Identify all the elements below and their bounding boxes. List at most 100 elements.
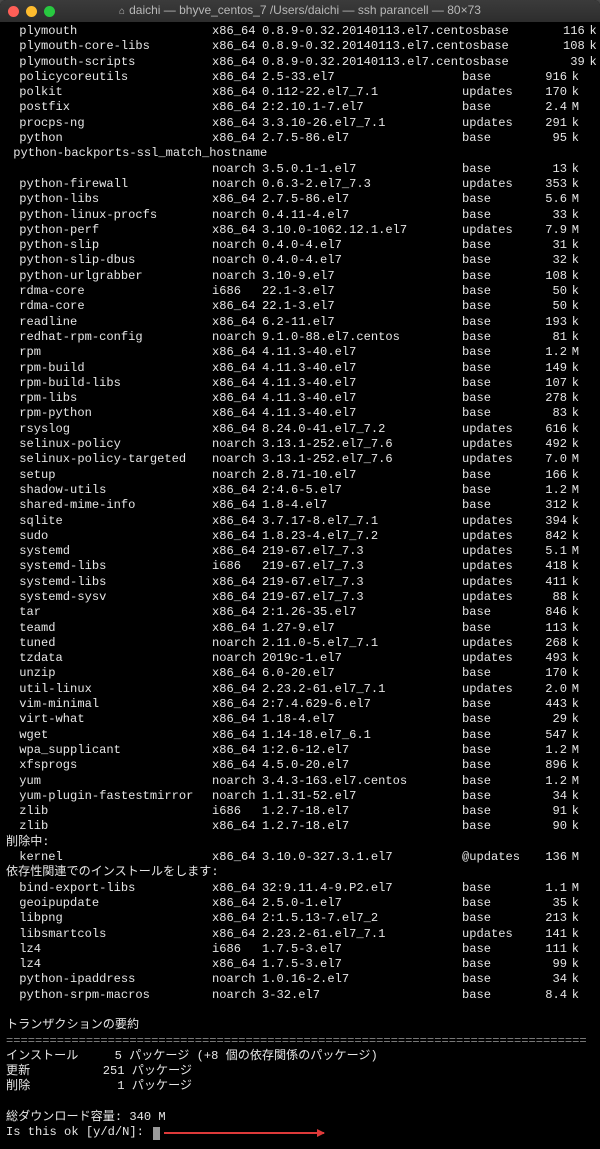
package-row: geoipupdatex86_642.5.0-1.el7base35k [6,896,594,911]
pkg-version: 32:9.11.4-9.P2.el7 [262,881,462,896]
pkg-size: 1.2 [527,774,567,789]
pkg-arch: x86_64 [212,712,262,727]
package-row: plymouthx86_640.8.9-0.32.20140113.el7.ce… [6,24,594,39]
pkg-arch: x86_64 [212,819,262,834]
pkg-unit: k [567,896,579,911]
pkg-arch: x86_64 [212,957,262,972]
pkg-version: 4.11.3-40.el7 [262,406,462,421]
pkg-version: 1.2.7-18.el7 [262,804,462,819]
pkg-unit: k [567,666,579,681]
pkg-version: 2:1.26-35.el7 [262,605,462,620]
pkg-repo: base [462,299,527,314]
package-row: python-srpm-macrosnoarch3-32.el7base8.4k [6,988,594,1003]
pkg-size: 170 [527,666,567,681]
pkg-size: 291 [527,116,567,131]
pkg-version: 2.7.5-86.el7 [262,131,462,146]
package-row: selinux-policy-targetednoarch3.13.1-252.… [6,452,594,467]
pkg-arch: noarch [212,162,262,177]
pkg-unit: M [567,483,579,498]
pkg-version: 4.11.3-40.el7 [262,345,462,360]
pkg-arch: x86_64 [212,514,262,529]
pkg-version: 4.11.3-40.el7 [262,361,462,376]
pkg-unit: M [567,743,579,758]
pkg-arch: x86_64 [212,758,262,773]
pkg-version: 1.27-9.el7 [262,621,462,636]
pkg-unit: k [567,927,579,942]
pkg-arch: noarch [212,238,262,253]
pkg-name: rpm [6,345,212,360]
pkg-arch: x86_64 [212,544,262,559]
pkg-repo: base [462,957,527,972]
pkg-arch: x86_64 [212,361,262,376]
pkg-unit: M [567,223,579,238]
pkg-repo: base [462,269,527,284]
pkg-name: python-ipaddress [6,972,212,987]
package-row: shared-mime-infox86_641.8-4.el7base312k [6,498,594,513]
pkg-unit: k [567,911,579,926]
pkg-version: 3.10.0-327.3.1.el7 [262,850,462,865]
pkg-version: 1.14-18.el7_6.1 [262,728,462,743]
pkg-name: plymouth-scripts [6,55,212,70]
pkg-arch: i686 [212,284,262,299]
pkg-repo: base [462,100,527,115]
annotation-arrow [164,1132,324,1134]
pkg-size: 1.2 [527,743,567,758]
confirm-prompt[interactable]: Is this ok [y/d/N]: [6,1125,594,1140]
package-row: rdma-corei68622.1-3.el7base50k [6,284,594,299]
pkg-size: 91 [527,804,567,819]
deps-header: 依存性関連でのインストールをします: [6,865,594,880]
pkg-version: 3.4.3-163.el7.centos [262,774,462,789]
pkg-version: 3.3.10-26.el7_7.1 [262,116,462,131]
pkg-version: 3.13.1-252.el7_7.6 [262,437,462,452]
pkg-repo: base [462,804,527,819]
pkg-repo: base [480,24,545,39]
pkg-size: 8.4 [527,988,567,1003]
pkg-version: 2.5-33.el7 [262,70,462,85]
pkg-size: 353 [527,177,567,192]
pkg-version: 2:2.10.1-7.el7 [262,100,462,115]
pkg-unit: k [567,162,579,177]
pkg-unit: k [567,514,579,529]
pkg-size: 213 [527,911,567,926]
package-row: plymouth-scriptsx86_640.8.9-0.32.2014011… [6,55,594,70]
pkg-unit: k [567,988,579,1003]
pkg-version: 219-67.el7_7.3 [262,590,462,605]
pkg-repo: updates [462,116,527,131]
pkg-name: sudo [6,529,212,544]
terminal-output[interactable]: plymouthx86_640.8.9-0.32.20140113.el7.ce… [0,22,600,1141]
pkg-repo: base [462,758,527,773]
package-row: vim-minimalx86_642:7.4.629-6.el7base443k [6,697,594,712]
pkg-arch: x86_64 [212,422,262,437]
pkg-arch: noarch [212,208,262,223]
pkg-name: rdma-core [6,284,212,299]
pkg-arch: x86_64 [212,896,262,911]
pkg-name: zlib [6,804,212,819]
pkg-repo: updates [462,422,527,437]
pkg-arch: x86_64 [212,192,262,207]
pkg-unit: k [567,391,579,406]
pkg-size: 107 [527,376,567,391]
pkg-unit: k [567,437,579,452]
pkg-repo: base [462,774,527,789]
pkg-repo: base [462,361,527,376]
pkg-size: 842 [527,529,567,544]
pkg-repo: updates [462,177,527,192]
pkg-arch: x86_64 [212,116,262,131]
pkg-size: 50 [527,299,567,314]
removing-header: 削除中: [6,835,594,850]
package-row: readlinex86_646.2-11.el7base193k [6,315,594,330]
pkg-repo: updates [462,927,527,942]
pkg-size: 896 [527,758,567,773]
package-row: python-backports-ssl_match_hostname [6,146,594,161]
package-row: libpngx86_642:1.5.13-7.el7_2base213k [6,911,594,926]
pkg-name: plymouth-core-libs [6,39,212,54]
pkg-arch: x86_64 [212,529,262,544]
pkg-size: 493 [527,651,567,666]
package-row: pythonx86_642.7.5-86.el7base95k [6,131,594,146]
pkg-name: shared-mime-info [6,498,212,513]
pkg-arch: x86_64 [212,315,262,330]
pkg-name: plymouth [6,24,212,39]
package-row: rdma-corex86_6422.1-3.el7base50k [6,299,594,314]
pkg-repo: base [462,376,527,391]
pkg-size: 136 [527,850,567,865]
